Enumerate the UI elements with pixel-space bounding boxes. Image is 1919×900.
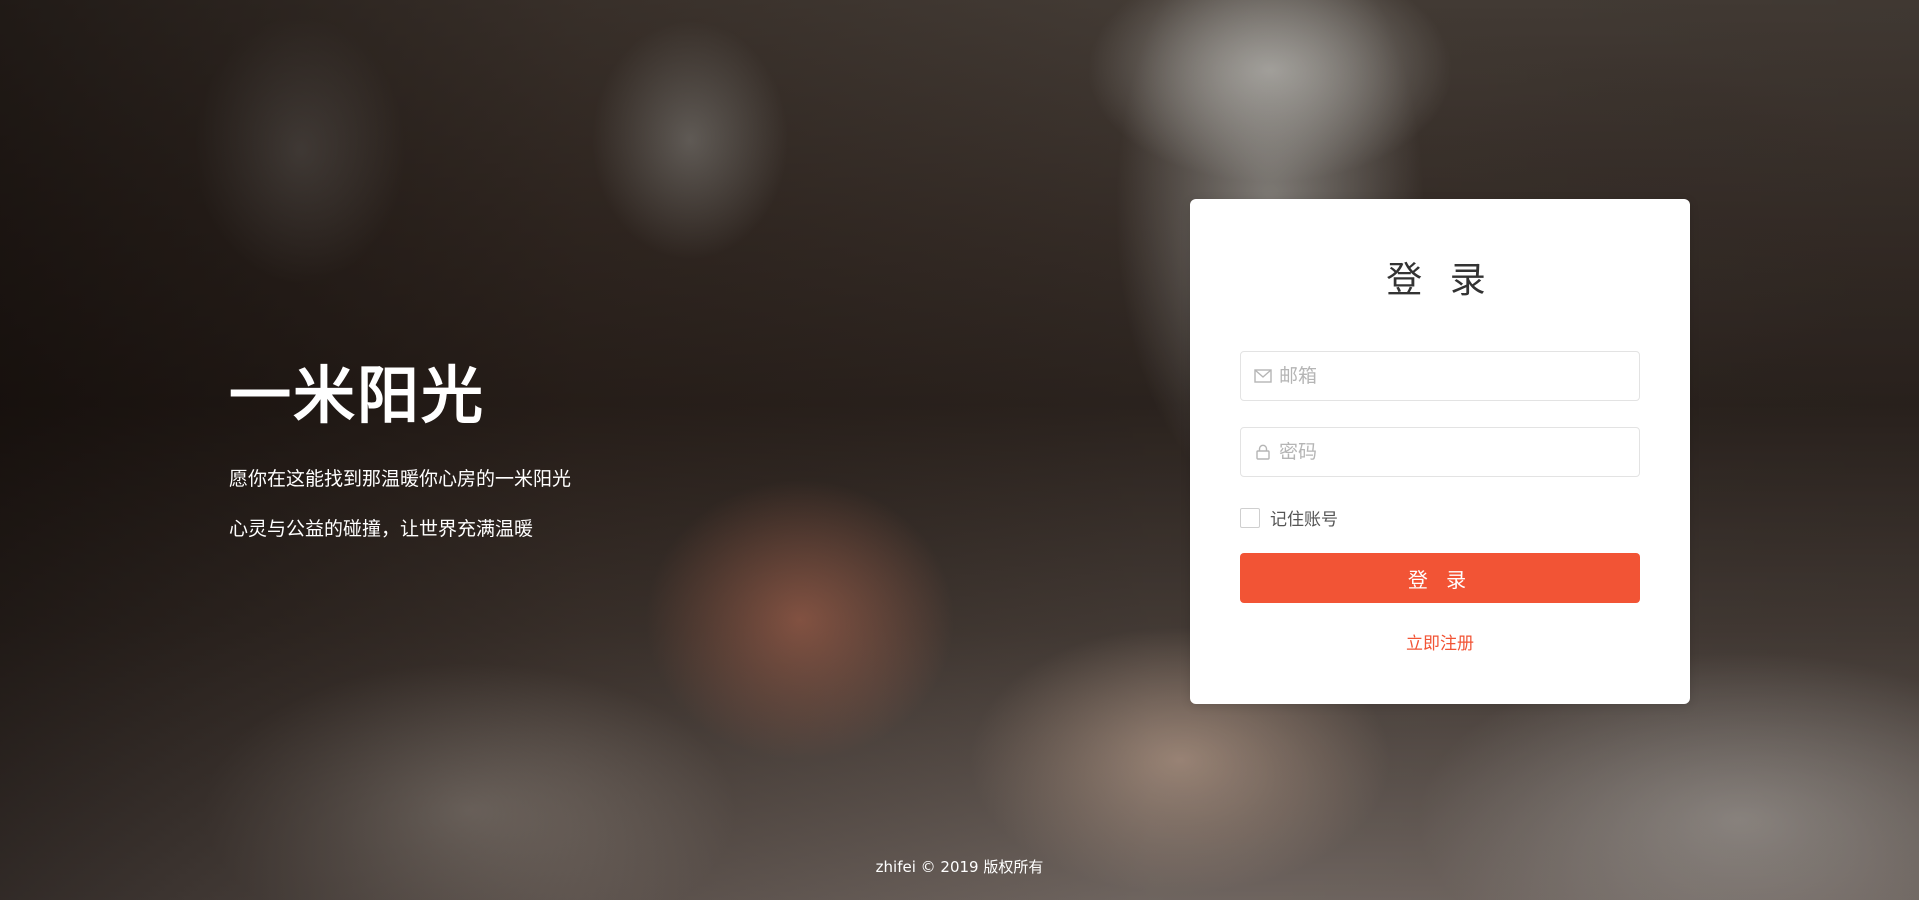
hero-section: 一米阳光 愿你在这能找到那温暖你心房的一米阳光 心灵与公益的碰撞，让世界充满温暖 [229, 359, 572, 541]
mail-icon [1253, 366, 1273, 386]
password-input[interactable] [1279, 428, 1639, 476]
email-input[interactable] [1279, 352, 1639, 400]
email-field[interactable] [1240, 351, 1640, 401]
login-button[interactable]: 登 录 [1240, 553, 1640, 603]
lock-icon [1253, 442, 1273, 462]
hero-tagline-2: 心灵与公益的碰撞，让世界充满温暖 [229, 518, 534, 540]
password-field[interactable] [1240, 427, 1640, 477]
register-link[interactable]: 立即注册 [1190, 629, 1690, 654]
login-title: 登 录 [1386, 260, 1494, 301]
remember-checkbox[interactable] [1240, 507, 1260, 528]
remember-label: 记住账号 [1270, 510, 1338, 530]
hero-tagline-1: 愿你在这能找到那温暖你心房的一米阳光 [229, 468, 572, 490]
site-title: 一米阳光 [229, 359, 486, 432]
remember-account[interactable]: 记住账号 [1240, 505, 1338, 530]
footer-copyright: zhifei © 2019 版权所有 [875, 858, 1044, 876]
login-card: 登 录 记住账号 登 录 立即注册 [1190, 199, 1690, 704]
